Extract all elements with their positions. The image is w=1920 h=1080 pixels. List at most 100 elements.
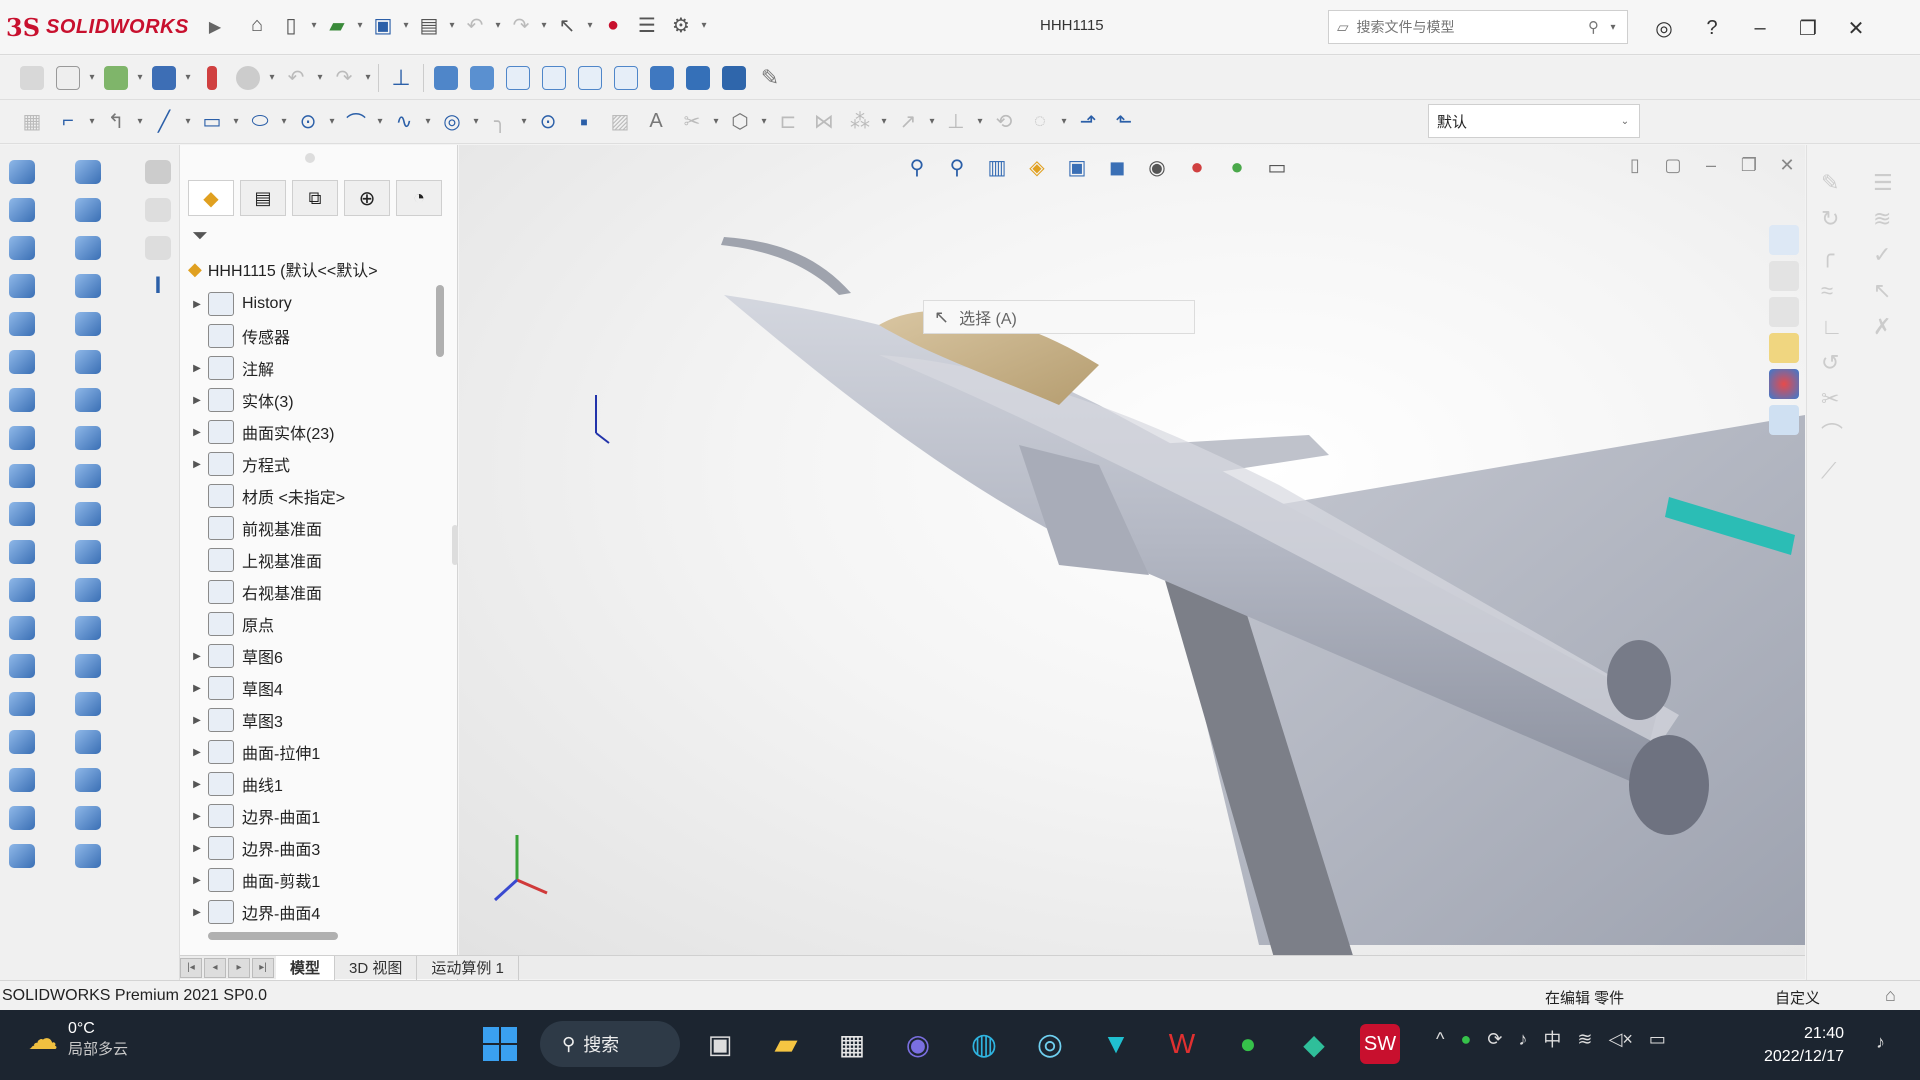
sketch-icon[interactable]: ↰ (98, 104, 134, 140)
tree-node[interactable]: ▶ 曲面-拉伸1 (186, 736, 436, 768)
rebuild-icon[interactable]: ● (596, 8, 630, 42)
sketch-text-icon[interactable]: A (638, 104, 674, 140)
tool-icon[interactable]: ⌒ (1821, 417, 1843, 453)
point-icon[interactable]: ■ (566, 104, 602, 140)
text-icon[interactable]: ▨ (602, 104, 638, 140)
save-icon[interactable] (146, 60, 182, 96)
expand-arrow-icon[interactable]: ▶ (186, 747, 208, 758)
linear-pattern-icon[interactable] (4, 649, 40, 683)
intersect-icon[interactable] (4, 801, 40, 835)
system-clock[interactable]: 21:40 2022/12/17 (1764, 1022, 1844, 1068)
tree-node[interactable]: ▶ 曲面-剪裁1 (186, 864, 436, 896)
app-icon[interactable]: ◆ (1288, 1018, 1340, 1070)
circle-icon[interactable]: ⊙ (290, 104, 326, 140)
expand-arrow-icon[interactable]: ▶ (186, 875, 208, 886)
ruled-surface-icon[interactable] (70, 459, 106, 493)
tree-node[interactable]: ▶ 草图4 (186, 672, 436, 704)
tree-node[interactable]: ▶ History (186, 288, 436, 320)
zoom-to-area-icon[interactable]: ⚲ (939, 149, 975, 185)
relations-icon[interactable]: ⊥ (938, 104, 974, 140)
chevron-down-icon[interactable]: ▾ (230, 116, 242, 127)
home-icon[interactable]: ⌂ (240, 8, 274, 42)
search-icon[interactable]: ⚲ (1588, 18, 1599, 36)
close-button[interactable]: ✕ (1832, 8, 1880, 48)
revolved-boss-icon[interactable] (4, 193, 40, 227)
tree-node[interactable]: ▶ 方程式 (186, 448, 436, 480)
print-icon[interactable]: ▤ (412, 8, 446, 42)
rib-icon[interactable] (4, 611, 40, 645)
chevron-down-icon[interactable]: ▾ (278, 116, 290, 127)
options-gear-icon[interactable]: ⚙ (664, 8, 698, 42)
sketch-pen-icon[interactable]: ✎ (752, 60, 788, 96)
units-selector[interactable]: 自定义 (1775, 987, 1820, 1008)
mold-tools-icon[interactable] (140, 231, 176, 265)
trim-surface-icon[interactable] (70, 649, 106, 683)
expand-arrow-icon[interactable]: ▶ (186, 779, 208, 790)
tree-node[interactable]: 原点 (186, 608, 436, 640)
configuration-select[interactable]: 默认 ⌄ (1428, 104, 1640, 138)
battery-icon[interactable]: ▭ (1649, 1029, 1666, 1050)
restore-button[interactable]: ❐ (1784, 8, 1832, 48)
chevron-down-icon[interactable]: ▾ (354, 20, 366, 31)
swept-cut-icon[interactable] (4, 459, 40, 493)
mirror-icon[interactable] (4, 687, 40, 721)
chevron-down-icon[interactable]: ▾ (134, 72, 146, 83)
tool-icon[interactable]: ☰ (1873, 165, 1893, 201)
chevron-down-icon[interactable]: ▾ (698, 20, 710, 31)
tool-icon[interactable]: ╭ (1821, 237, 1843, 273)
minimize-button[interactable]: – (1695, 149, 1727, 181)
options-gear-icon[interactable] (230, 60, 266, 96)
tab-1[interactable]: 3D 视图 (335, 955, 418, 980)
surface-flatten-icon[interactable] (70, 497, 106, 531)
tree-node[interactable]: ▶ 草图3 (186, 704, 436, 736)
tool-icon[interactable]: ∟ (1821, 309, 1843, 345)
back-view-icon[interactable] (464, 60, 500, 96)
boundary-boss-icon[interactable] (4, 307, 40, 341)
chevron-down-icon[interactable]: ▾ (492, 20, 504, 31)
chevron-down-icon[interactable]: ▾ (314, 72, 326, 83)
wifi-icon[interactable]: ≋ (1577, 1029, 1592, 1050)
tree-node[interactable]: ▶ 边界-曲面4 (186, 896, 436, 928)
expand-arrow-icon[interactable]: ▶ (186, 363, 208, 374)
swept-boss-icon[interactable] (4, 231, 40, 265)
chevron-down-icon[interactable]: ▾ (518, 116, 530, 127)
tree-node[interactable]: ▶ 边界-曲面1 (186, 800, 436, 832)
top-view-icon[interactable] (572, 60, 608, 96)
tab-0[interactable]: 模型 (276, 955, 336, 980)
expand-arrow-icon[interactable]: ▶ (186, 811, 208, 822)
microsoft-store-icon[interactable]: ▦ (826, 1018, 878, 1070)
chevron-down-icon[interactable]: ▾ (974, 116, 986, 127)
boundary-cut-icon[interactable] (4, 535, 40, 569)
quick-snaps-icon[interactable]: ◌ (1022, 104, 1058, 140)
plane-icon[interactable]: ⊙ (530, 104, 566, 140)
chevron-down-icon[interactable]: ▾ (182, 72, 194, 83)
start-button[interactable] (474, 1018, 526, 1070)
expand-arrow-icon[interactable]: ▶ (186, 427, 208, 438)
convert-entities-icon[interactable]: ⬡ (722, 104, 758, 140)
tool-icon[interactable]: ↖ (1873, 273, 1893, 309)
tree-node[interactable]: 前视基准面 (186, 512, 436, 544)
filter-icon[interactable]: ⏷ (192, 225, 214, 247)
open-folder-icon[interactable] (98, 60, 134, 96)
tab-2[interactable]: 运动算例 1 (417, 955, 519, 980)
tool-icon[interactable]: ≋ (1873, 201, 1893, 237)
tree-scrollbar[interactable] (436, 281, 446, 921)
extruded-surface-icon[interactable] (70, 155, 106, 189)
expand-arrow-icon[interactable]: ▶ (186, 715, 208, 726)
expand-arrow-icon[interactable]: ▶ (186, 395, 208, 406)
tool-icon[interactable]: ↻ (1821, 201, 1843, 237)
tree-node[interactable]: ▶ 边界-曲面3 (186, 832, 436, 864)
tool-icon[interactable]: ✂ (1821, 381, 1843, 417)
tree-node[interactable]: 材质 <未指定> (186, 480, 436, 512)
display-style-icon[interactable]: ◼ (1099, 149, 1135, 185)
line-icon[interactable]: ╱ (146, 104, 182, 140)
offset-icon[interactable]: ⊏ (770, 104, 806, 140)
sheet-metal-icon[interactable] (140, 155, 176, 189)
wechat-icon[interactable]: ● (1222, 1018, 1274, 1070)
rebuild-icon[interactable] (194, 60, 230, 96)
chevron-down-icon[interactable]: ▾ (758, 116, 770, 127)
chevron-up-icon[interactable]: ^ (1436, 1029, 1444, 1050)
tree-root[interactable]: ◆ HHH1115 (默认<<默认> (188, 257, 378, 281)
section-view-icon[interactable]: ◈ (1019, 149, 1055, 185)
chevron-down-icon[interactable]: ▾ (710, 116, 722, 127)
